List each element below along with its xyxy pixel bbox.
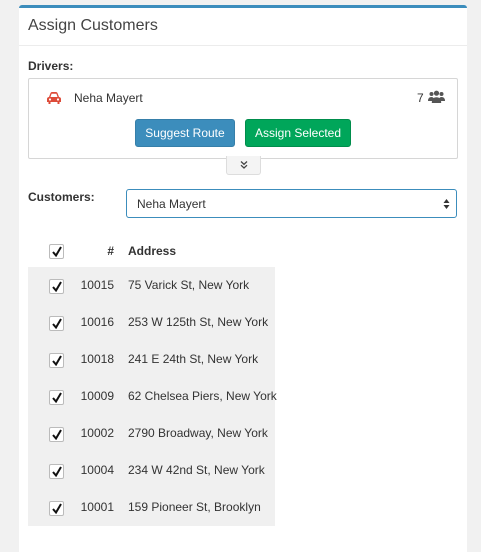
row-checkbox[interactable] [49,390,64,405]
checkmark-icon [52,503,62,514]
title-divider [19,45,467,46]
assign-selected-button[interactable]: Assign Selected [245,119,351,147]
drivers-label: Drivers: [28,59,74,73]
row-checkbox[interactable] [49,279,64,294]
customers-label: Customers: [28,190,95,204]
table-row[interactable]: 10004 234 W 42nd St, New York [28,452,275,489]
column-header-address: Address [128,244,177,258]
row-address: 234 W 42nd St, New York [128,463,265,477]
checkmark-icon [52,355,62,366]
assign-customers-panel: Assign Customers Drivers: Neha Mayert 7 … [19,5,467,552]
checkmark-icon [52,466,62,477]
table-row[interactable]: 10015 75 Varick St, New York [28,267,275,304]
users-icon [428,90,445,103]
checkmark-icon [52,318,62,329]
driver-customer-count: 7 [417,91,424,105]
row-checkbox[interactable] [49,353,64,368]
car-icon [47,92,61,104]
row-number: 10018 [80,352,114,366]
checkmark-icon [52,281,62,292]
table-row[interactable]: 10016 253 W 125th St, New York [28,304,275,341]
table-header: # Address [28,234,275,267]
column-header-number: # [107,244,114,258]
checkmark-icon [52,429,62,440]
drivers-box: Neha Mayert 7 Suggest Route Assign Selec… [28,78,458,159]
table-row[interactable]: 10002 2790 Broadway, New York [28,415,275,452]
row-number: 10004 [80,463,114,477]
row-number: 10001 [80,500,114,514]
select-value: Neha Mayert [137,197,206,211]
checkmark-icon [52,246,62,257]
table-row[interactable]: 10018 241 E 24th St, New York [28,341,275,378]
row-number: 10009 [80,389,114,403]
customers-table: # Address 10015 75 Varick St, New York 1… [28,234,277,526]
row-number: 10015 [80,278,114,292]
row-address: 253 W 125th St, New York [128,315,269,329]
row-checkbox[interactable] [49,501,64,516]
row-address: 159 Pioneer St, Brooklyn [128,500,261,514]
row-address: 75 Varick St, New York [128,278,250,292]
row-address: 2790 Broadway, New York [128,426,268,440]
row-number: 10016 [80,315,114,329]
chevron-double-down-icon [240,161,248,169]
row-address: 241 E 24th St, New York [128,352,259,366]
suggest-route-button[interactable]: Suggest Route [135,119,235,147]
panel-title: Assign Customers [28,17,158,34]
driver-name: Neha Mayert [74,91,143,105]
row-number: 10002 [80,426,114,440]
select-arrows-icon [443,199,450,209]
row-address: 62 Chelsea Piers, New York [128,389,277,403]
checkmark-icon [52,392,62,403]
table-row[interactable]: 10001 159 Pioneer St, Brooklyn [28,489,275,526]
row-checkbox[interactable] [49,316,64,331]
collapse-toggle-button[interactable] [226,156,261,175]
table-row[interactable]: 10009 62 Chelsea Piers, New York [28,378,277,415]
row-checkbox[interactable] [49,464,64,479]
customers-driver-select[interactable]: Neha Mayert [126,189,457,218]
table-body: 10015 75 Varick St, New York 10016 253 W… [28,267,277,526]
select-all-checkbox[interactable] [49,244,64,259]
row-checkbox[interactable] [49,427,64,442]
